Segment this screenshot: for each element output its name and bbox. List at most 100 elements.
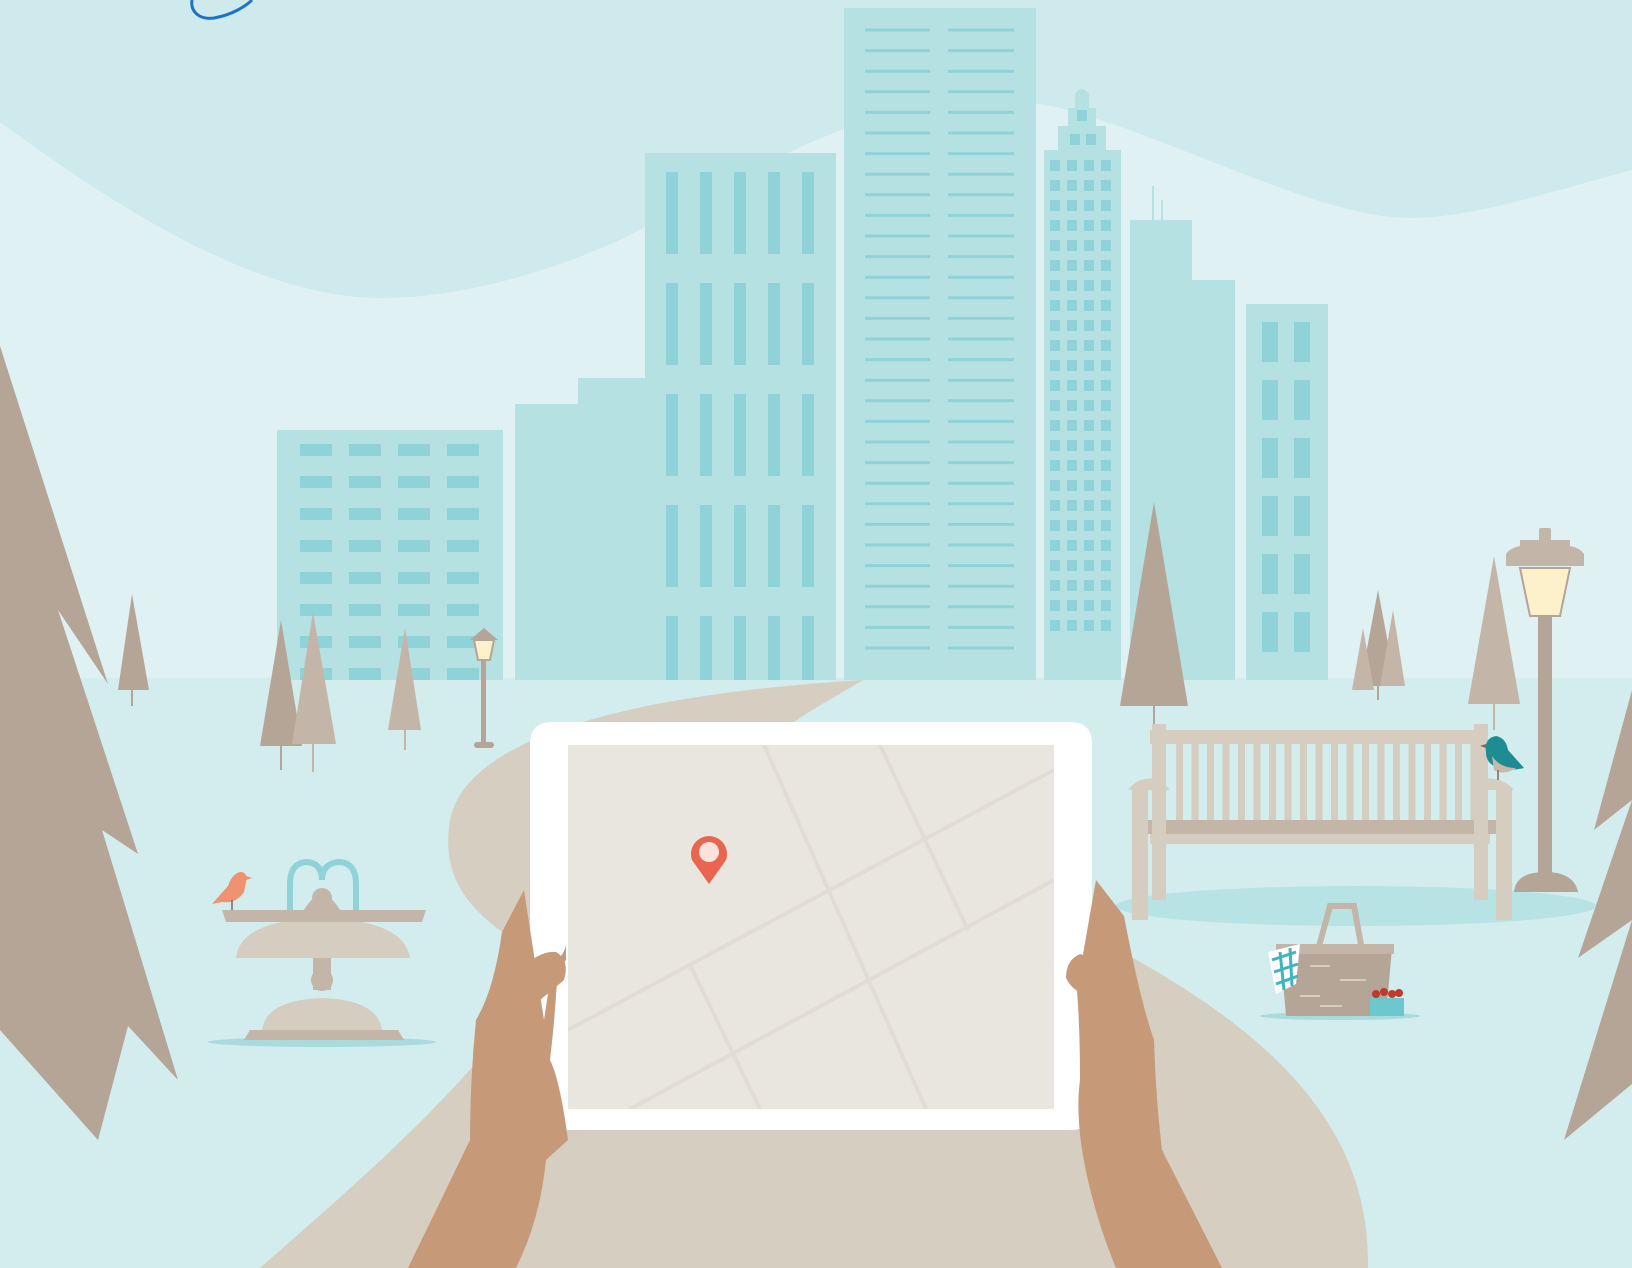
window: [1084, 260, 1094, 271]
window: [1262, 554, 1278, 594]
window: [768, 394, 780, 476]
window: [1086, 134, 1096, 145]
window: [447, 540, 479, 552]
window: [666, 283, 678, 365]
window: [1084, 520, 1094, 531]
window: [1101, 500, 1111, 511]
window: [1050, 620, 1060, 631]
window: [1050, 420, 1060, 431]
window: [1050, 540, 1060, 551]
window: [1067, 220, 1077, 231]
window: [734, 505, 746, 587]
window: [1101, 460, 1111, 471]
window: [1207, 744, 1214, 822]
window: [1101, 420, 1111, 431]
window: [1101, 540, 1111, 551]
window: [349, 476, 381, 488]
window: [1346, 744, 1354, 822]
window: [1101, 280, 1111, 291]
window: [1393, 744, 1400, 822]
window: [1101, 620, 1111, 631]
window: [349, 444, 381, 456]
window: [1294, 322, 1310, 362]
window: [1101, 520, 1111, 531]
window: [1294, 496, 1310, 536]
window: [398, 604, 430, 616]
window: [447, 572, 479, 584]
window: [447, 444, 479, 456]
window: [1284, 744, 1292, 822]
building-tallest: [844, 8, 1036, 680]
window: [802, 394, 814, 476]
window: [1101, 440, 1111, 451]
window: [1331, 744, 1338, 822]
window: [666, 172, 678, 254]
window: [1050, 440, 1060, 451]
window: [1084, 580, 1094, 591]
tablet: [530, 722, 1092, 1130]
window: [1084, 440, 1094, 451]
window: [398, 444, 430, 456]
window: [1101, 580, 1111, 591]
window: [1262, 380, 1278, 420]
window: [1067, 260, 1077, 271]
window: [398, 572, 430, 584]
window: [1084, 400, 1094, 411]
window: [1067, 480, 1077, 491]
window: [1253, 744, 1261, 822]
window: [1077, 110, 1087, 121]
window: [1067, 420, 1077, 431]
window: [1084, 320, 1094, 331]
window: [1101, 480, 1111, 491]
window: [1067, 340, 1077, 351]
window: [1101, 200, 1111, 211]
window: [768, 505, 780, 587]
window: [1050, 280, 1060, 291]
window: [1377, 744, 1385, 822]
window: [1067, 460, 1077, 471]
window: [1362, 744, 1369, 822]
window: [1101, 560, 1111, 571]
window: [1084, 560, 1094, 571]
window: [300, 540, 332, 552]
window: [1050, 160, 1060, 171]
window: [1067, 520, 1077, 531]
window: [349, 668, 381, 680]
window: [1101, 300, 1111, 311]
window: [1050, 520, 1060, 531]
window: [1294, 380, 1310, 420]
window: [1067, 320, 1077, 331]
window: [1050, 260, 1060, 271]
window: [1315, 744, 1323, 822]
park-illustration: [0, 0, 1632, 1268]
window: [1262, 612, 1278, 652]
window: [1455, 744, 1462, 822]
window: [1262, 322, 1278, 362]
window: [1439, 744, 1447, 822]
window: [1050, 580, 1060, 591]
window: [1050, 220, 1060, 231]
window: [349, 540, 381, 552]
window: [1101, 160, 1111, 171]
window: [1424, 744, 1431, 822]
window: [1294, 612, 1310, 652]
window: [1067, 620, 1077, 631]
window: [700, 394, 712, 476]
window: [802, 505, 814, 587]
window: [300, 476, 332, 488]
window: [1050, 200, 1060, 211]
window: [1050, 300, 1060, 311]
window: [1084, 340, 1094, 351]
window: [666, 505, 678, 587]
window: [1067, 600, 1077, 611]
window: [1084, 220, 1094, 231]
window: [1050, 480, 1060, 491]
window: [1084, 460, 1094, 471]
window: [1084, 620, 1094, 631]
window: [1067, 300, 1077, 311]
window: [1070, 134, 1080, 145]
tablet-screen: [568, 745, 1054, 1109]
window: [398, 540, 430, 552]
window: [1067, 400, 1077, 411]
window: [1067, 240, 1077, 251]
